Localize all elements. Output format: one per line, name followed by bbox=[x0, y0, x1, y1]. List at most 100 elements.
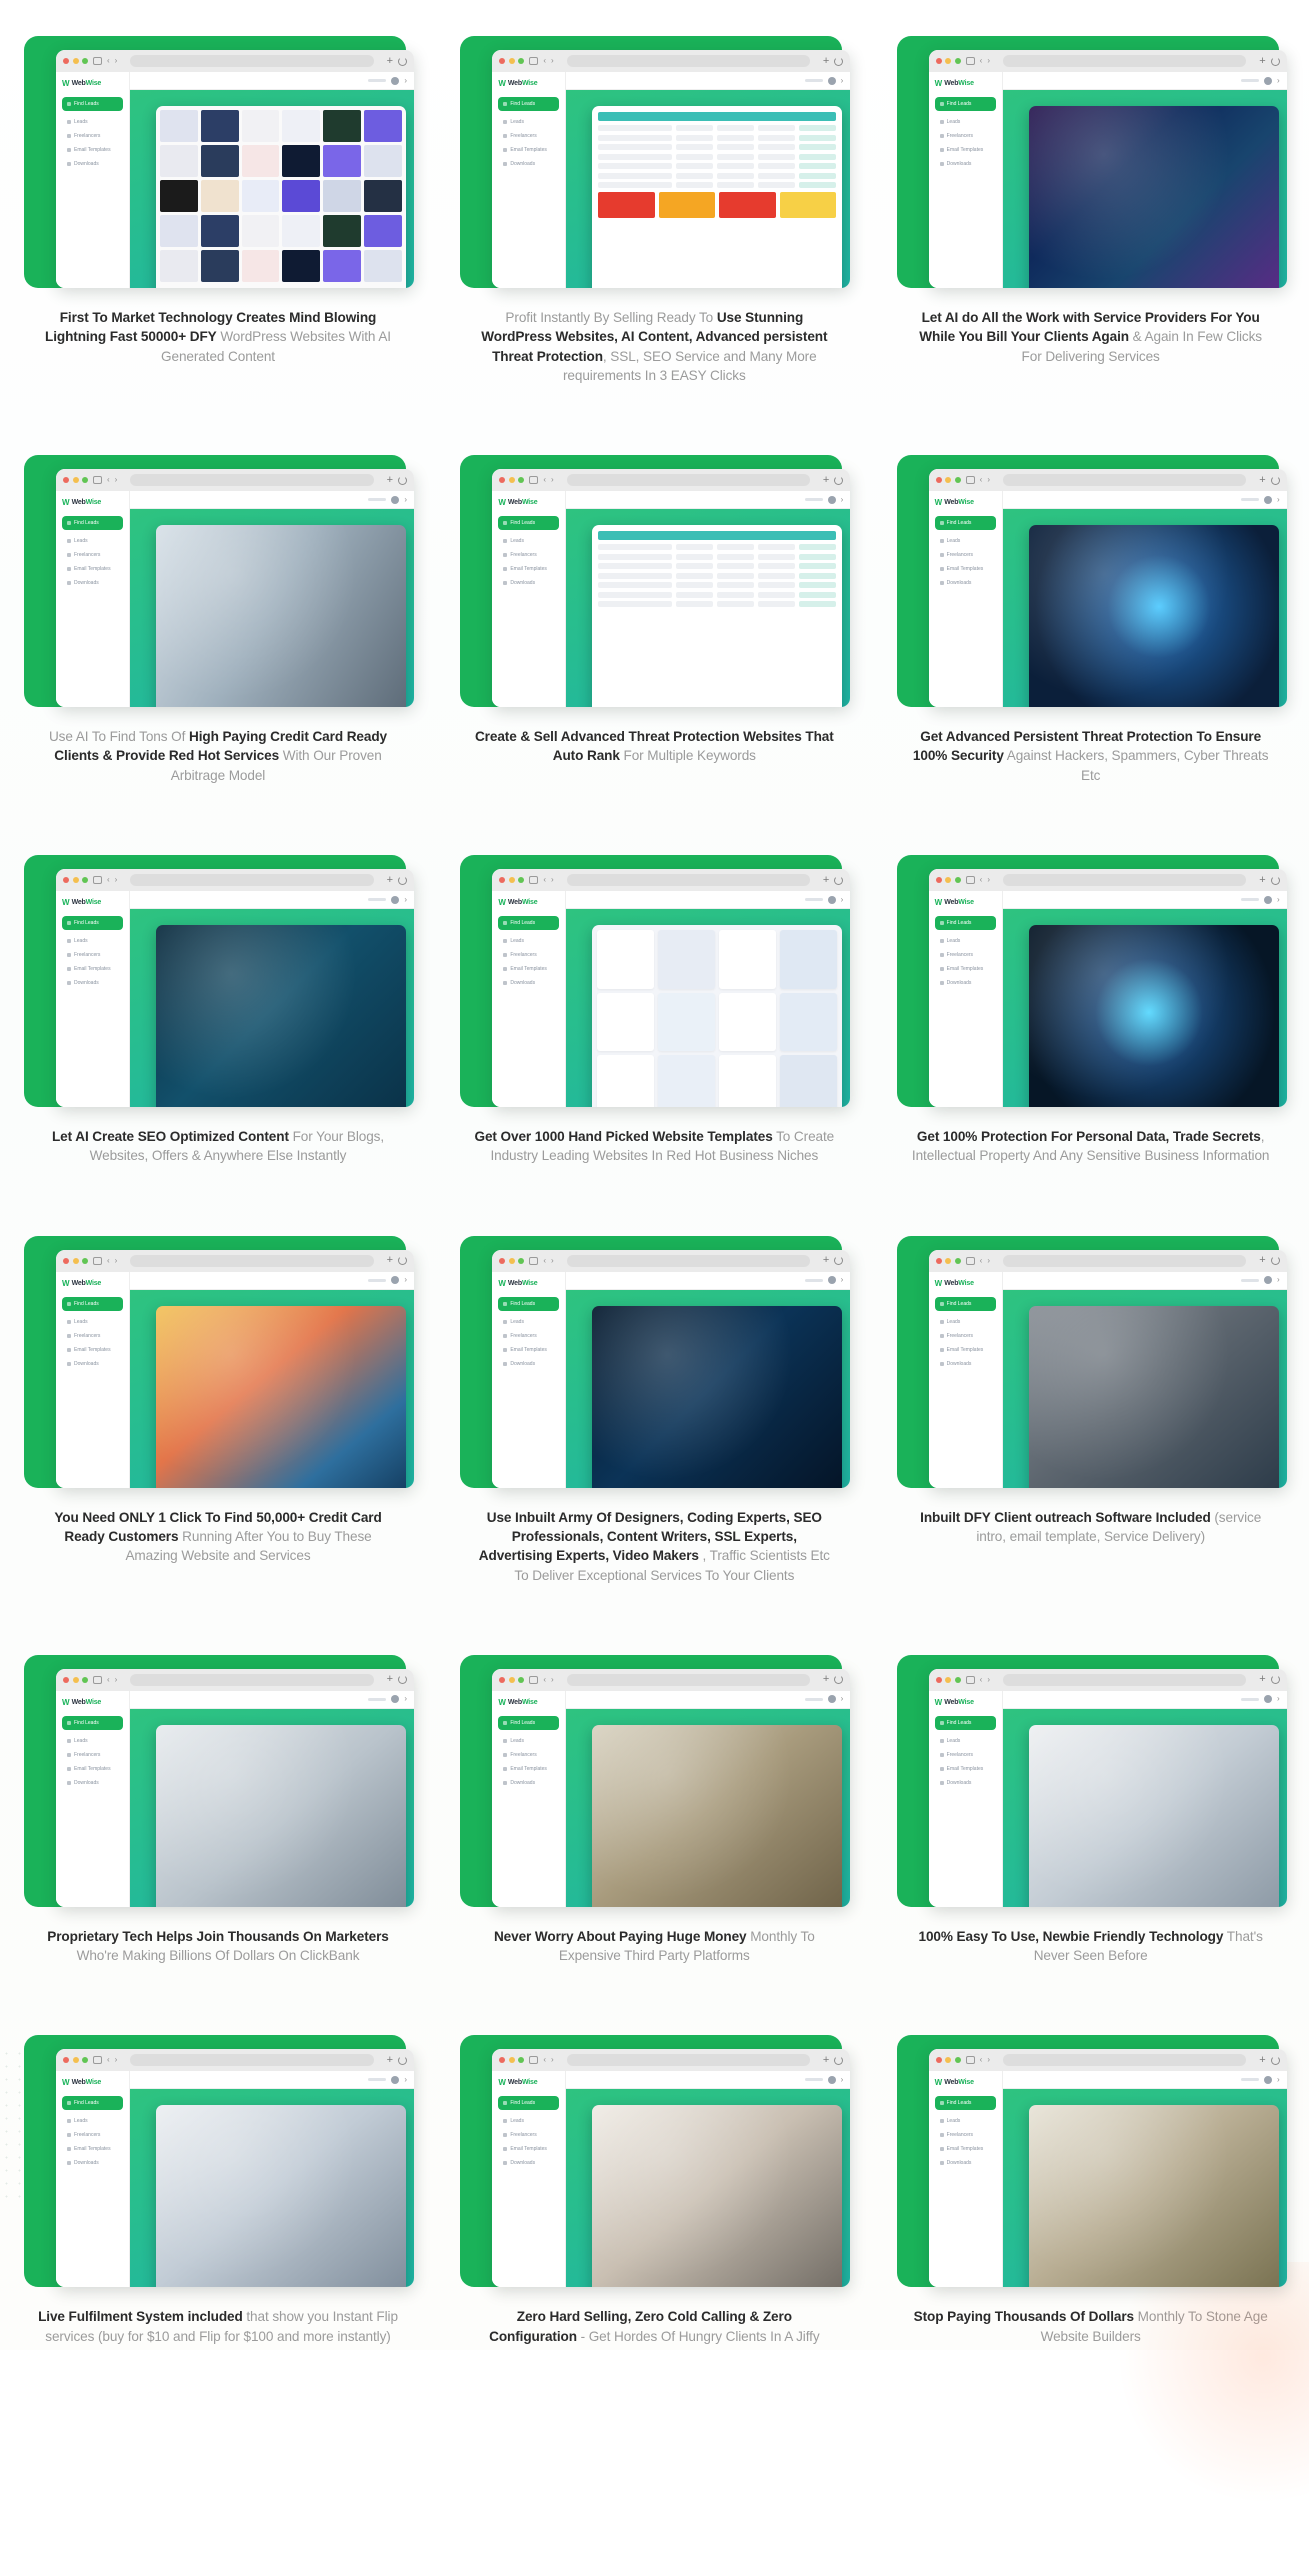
reload-icon[interactable] bbox=[1270, 2055, 1280, 2065]
address-bar[interactable] bbox=[1003, 2054, 1247, 2067]
minimize-button-dot[interactable] bbox=[945, 477, 952, 484]
new-tab-icon[interactable]: + bbox=[1259, 2054, 1265, 2066]
reload-icon[interactable] bbox=[834, 2055, 844, 2065]
sidebar-item-freelancers[interactable]: Freelancers bbox=[498, 549, 559, 561]
avatar[interactable] bbox=[827, 1695, 836, 1704]
reload-icon[interactable] bbox=[1270, 1675, 1280, 1685]
sidebar-item-downloads[interactable]: Downloads bbox=[935, 2157, 996, 2169]
sidebar-item-downloads[interactable]: Downloads bbox=[498, 1358, 559, 1370]
sidebar-toggle-icon[interactable] bbox=[529, 57, 539, 65]
back-arrow-icon[interactable]: ‹ bbox=[107, 57, 110, 65]
sidebar-item-downloads[interactable]: Downloads bbox=[62, 1358, 123, 1370]
new-tab-icon[interactable]: + bbox=[823, 1255, 829, 1266]
sidebar-item-downloads[interactable]: Downloads bbox=[62, 2157, 123, 2169]
close-button-dot[interactable] bbox=[935, 1257, 942, 1264]
address-bar[interactable] bbox=[1003, 55, 1247, 67]
chevron-down-icon[interactable]: › bbox=[1277, 1276, 1280, 1284]
avatar[interactable] bbox=[827, 2075, 836, 2084]
back-arrow-icon[interactable]: ‹ bbox=[107, 1256, 110, 1265]
new-tab-icon[interactable]: + bbox=[1259, 55, 1265, 67]
back-arrow-icon[interactable]: ‹ bbox=[543, 57, 546, 65]
sidebar-item-freelancers[interactable]: Freelancers bbox=[62, 130, 123, 142]
close-button-dot[interactable] bbox=[499, 58, 506, 64]
close-button-dot[interactable] bbox=[63, 1257, 69, 1264]
address-bar[interactable] bbox=[130, 1254, 374, 1267]
address-bar[interactable] bbox=[1003, 474, 1247, 487]
forward-arrow-icon[interactable]: › bbox=[115, 1256, 118, 1265]
minimize-button-dot[interactable] bbox=[508, 877, 515, 884]
close-button-dot[interactable] bbox=[63, 58, 69, 64]
sidebar-toggle-icon[interactable] bbox=[529, 1675, 539, 1684]
address-bar[interactable] bbox=[130, 1673, 374, 1686]
sidebar-item-find-leads[interactable]: Find Leads bbox=[934, 97, 996, 111]
sidebar-item-email-templates[interactable]: Email Templates bbox=[498, 1763, 559, 1775]
close-button-dot[interactable] bbox=[935, 477, 942, 484]
sidebar-toggle-icon[interactable] bbox=[965, 876, 975, 885]
sidebar-item-leads[interactable]: Leads bbox=[935, 535, 996, 547]
sidebar-toggle-icon[interactable] bbox=[965, 1256, 975, 1265]
sidebar-item-find-leads[interactable]: Find Leads bbox=[498, 916, 560, 931]
sidebar-item-downloads[interactable]: Downloads bbox=[62, 1777, 123, 1789]
minimize-button-dot[interactable] bbox=[508, 58, 515, 64]
sidebar-item-leads[interactable]: Leads bbox=[935, 935, 996, 947]
new-tab-icon[interactable]: + bbox=[1259, 1255, 1265, 1266]
address-bar[interactable] bbox=[130, 474, 374, 487]
sidebar-item-leads[interactable]: Leads bbox=[935, 1316, 996, 1328]
chevron-down-icon[interactable]: › bbox=[1277, 495, 1280, 504]
new-tab-icon[interactable]: + bbox=[387, 1255, 393, 1266]
avatar[interactable] bbox=[1263, 1276, 1272, 1285]
minimize-button-dot[interactable] bbox=[508, 2057, 515, 2064]
minimize-button-dot[interactable] bbox=[508, 1257, 515, 1264]
sidebar-item-downloads[interactable]: Downloads bbox=[498, 158, 559, 170]
sidebar-item-find-leads[interactable]: Find Leads bbox=[62, 916, 123, 931]
avatar[interactable] bbox=[1263, 1695, 1272, 1704]
address-bar[interactable] bbox=[566, 874, 810, 887]
forward-arrow-icon[interactable]: › bbox=[987, 476, 990, 484]
maximize-button-dot[interactable] bbox=[518, 477, 525, 484]
sidebar-item-freelancers[interactable]: Freelancers bbox=[935, 130, 996, 142]
new-tab-icon[interactable]: + bbox=[1259, 1674, 1265, 1685]
reload-icon[interactable] bbox=[1270, 475, 1280, 485]
maximize-button-dot[interactable] bbox=[82, 2057, 88, 2064]
chevron-down-icon[interactable]: › bbox=[841, 2075, 844, 2084]
sidebar-item-freelancers[interactable]: Freelancers bbox=[498, 1749, 559, 1761]
sidebar-item-leads[interactable]: Leads bbox=[62, 935, 123, 947]
new-tab-icon[interactable]: + bbox=[387, 874, 393, 886]
sidebar-toggle-icon[interactable] bbox=[529, 2056, 539, 2065]
chevron-down-icon[interactable]: › bbox=[1277, 2075, 1280, 2084]
sidebar-item-find-leads[interactable]: Find Leads bbox=[62, 2096, 123, 2111]
minimize-button-dot[interactable] bbox=[72, 1676, 79, 1683]
forward-arrow-icon[interactable]: › bbox=[987, 1675, 990, 1684]
sidebar-item-email-templates[interactable]: Email Templates bbox=[62, 963, 123, 975]
reload-icon[interactable] bbox=[1270, 56, 1280, 66]
minimize-button-dot[interactable] bbox=[72, 877, 79, 884]
address-bar[interactable] bbox=[130, 874, 374, 887]
sidebar-item-email-templates[interactable]: Email Templates bbox=[62, 144, 123, 156]
reload-icon[interactable] bbox=[834, 56, 844, 66]
avatar[interactable] bbox=[827, 1276, 836, 1285]
new-tab-icon[interactable]: + bbox=[823, 55, 829, 67]
chevron-down-icon[interactable]: › bbox=[404, 2075, 407, 2084]
avatar[interactable] bbox=[391, 76, 400, 85]
forward-arrow-icon[interactable]: › bbox=[115, 876, 118, 884]
forward-arrow-icon[interactable]: › bbox=[551, 876, 554, 884]
new-tab-icon[interactable]: + bbox=[1259, 474, 1265, 486]
address-bar[interactable] bbox=[566, 55, 810, 67]
avatar[interactable] bbox=[391, 1276, 400, 1285]
sidebar-item-email-templates[interactable]: Email Templates bbox=[498, 2143, 559, 2155]
maximize-button-dot[interactable] bbox=[518, 1676, 525, 1683]
new-tab-icon[interactable]: + bbox=[387, 474, 393, 486]
sidebar-item-email-templates[interactable]: Email Templates bbox=[935, 563, 996, 575]
chevron-down-icon[interactable]: › bbox=[841, 895, 844, 904]
reload-icon[interactable] bbox=[834, 475, 844, 485]
sidebar-item-find-leads[interactable]: Find Leads bbox=[62, 1715, 123, 1730]
minimize-button-dot[interactable] bbox=[945, 58, 952, 64]
sidebar-item-freelancers[interactable]: Freelancers bbox=[62, 549, 123, 561]
minimize-button-dot[interactable] bbox=[945, 877, 952, 884]
forward-arrow-icon[interactable]: › bbox=[551, 476, 554, 484]
close-button-dot[interactable] bbox=[63, 2057, 69, 2064]
sidebar-item-leads[interactable]: Leads bbox=[62, 1735, 123, 1747]
sidebar-item-find-leads[interactable]: Find Leads bbox=[934, 1296, 996, 1311]
sidebar-toggle-icon[interactable] bbox=[529, 476, 539, 485]
sidebar-item-email-templates[interactable]: Email Templates bbox=[62, 1763, 123, 1775]
